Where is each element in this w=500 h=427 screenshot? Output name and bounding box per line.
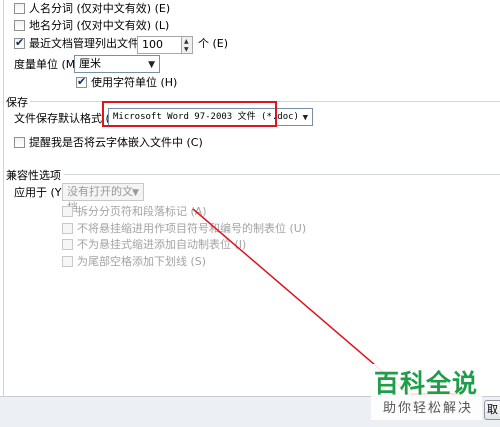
watermark-subtitle: 助你轻松解决 xyxy=(383,401,474,416)
partial-cancel-label: 取 xyxy=(487,403,498,416)
watermark-title: 百科全说 xyxy=(374,369,479,398)
annotation-arrow-line xyxy=(192,208,461,421)
partial-cancel-button[interactable]: 取 xyxy=(484,400,500,420)
